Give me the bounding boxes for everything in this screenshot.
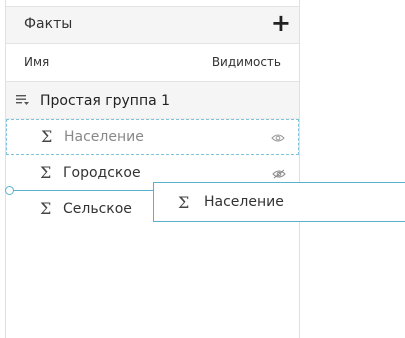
sigma-icon: Σ [41, 127, 53, 146]
column-headers: Имя Видимость [6, 43, 299, 82]
item-label: Сельское [63, 201, 132, 217]
eye-off-icon[interactable] [272, 169, 286, 179]
group-sort-icon[interactable] [16, 94, 30, 106]
facts-panel: Факты + Имя Видимость Простая группа 1 Σ… [5, 0, 300, 338]
drag-ghost-label: Население [204, 194, 284, 210]
group-row[interactable]: Простая группа 1 [6, 82, 299, 119]
sigma-icon: Σ [40, 163, 52, 182]
group-label: Простая группа 1 [40, 93, 171, 109]
panel-title: Факты [24, 16, 73, 32]
column-header-name[interactable]: Имя [24, 55, 49, 69]
panel-header: Факты + [6, 6, 299, 44]
sigma-icon: Σ [40, 199, 52, 218]
add-button[interactable]: + [271, 8, 291, 38]
item-label: Население [64, 129, 144, 145]
item-label: Городское [63, 165, 141, 181]
eye-icon[interactable] [271, 133, 285, 143]
list-item[interactable]: Σ Население [6, 119, 299, 155]
drag-ghost[interactable]: Σ Население [153, 182, 405, 222]
drop-indicator-handle [5, 186, 14, 195]
column-header-visibility[interactable]: Видимость [212, 55, 281, 69]
sigma-icon: Σ [178, 193, 190, 212]
